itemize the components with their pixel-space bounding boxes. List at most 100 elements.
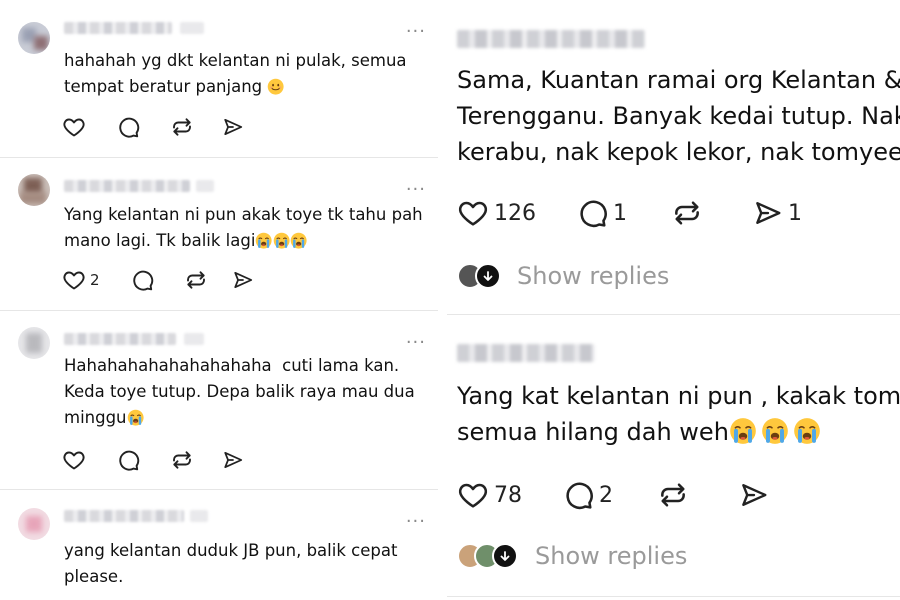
share-button[interactable]: [222, 449, 244, 471]
comment-text-line: semua hilang dah weh: [457, 414, 900, 450]
comment-item: ··· hahahah yg dkt kelantan ni pulak, se…: [0, 0, 438, 156]
loudly-crying-face-emoji: [729, 417, 757, 445]
comment-item: ··· Yang kelantan ni pun akak toye tk ta…: [0, 158, 438, 310]
like-count: 2: [90, 271, 100, 289]
share-icon: [232, 269, 254, 291]
reply-button[interactable]: [116, 115, 140, 139]
comment-actions: 2: [62, 268, 254, 292]
comment-text-line: Terengganu. Banyak kedai tutup. Nak: [457, 102, 900, 130]
like-button[interactable]: 2: [62, 268, 100, 292]
like-button[interactable]: 126: [457, 197, 536, 229]
more-options-icon[interactable]: ···: [406, 334, 426, 352]
more-options-icon[interactable]: ···: [406, 513, 426, 531]
repost-button[interactable]: [170, 115, 194, 139]
comment-icon: [116, 448, 140, 472]
comment-text: Hahahahahahahahahaha cuti lama kan. Keda…: [64, 356, 420, 427]
username-blurred[interactable]: [64, 510, 184, 522]
comment-text: hahahah yg dkt kelantan ni pulak, semua …: [64, 51, 407, 96]
comment-item: Yang kat kelantan ni pun , kakak tomyam …: [447, 316, 900, 600]
comment-text: Yang kat kelantan ni pun , kakak tomyam …: [457, 378, 900, 450]
comment-actions: [62, 448, 244, 472]
loudly-crying-face-emoji: [255, 232, 272, 249]
share-count: 1: [788, 200, 802, 226]
share-button[interactable]: [222, 116, 244, 138]
comment-item: ··· Hahahahahahahahahaha cuti lama kan. …: [0, 311, 438, 489]
repost-button[interactable]: [170, 448, 194, 472]
reply-avatars: [457, 542, 521, 570]
repost-button[interactable]: [657, 479, 689, 511]
avatar[interactable]: [18, 22, 50, 54]
heart-icon: [62, 115, 86, 139]
like-button[interactable]: [62, 115, 86, 139]
loudly-crying-face-emoji: [127, 409, 144, 426]
share-icon: [739, 480, 769, 510]
timestamp-blurred: [180, 22, 204, 34]
share-button[interactable]: 1: [753, 198, 802, 228]
more-options-icon[interactable]: ···: [406, 181, 426, 199]
comment-icon: [576, 197, 608, 229]
timestamp-blurred: [190, 510, 208, 522]
comment-icon: [116, 115, 140, 139]
like-count: 126: [494, 200, 536, 226]
username-blurred[interactable]: [64, 22, 172, 34]
username-blurred[interactable]: [64, 180, 190, 192]
avatar[interactable]: [18, 174, 50, 206]
comment-item: Sama, Kuantan ramai org Kelantan & Teren…: [447, 0, 900, 312]
comment-icon: [130, 268, 154, 292]
show-replies-link[interactable]: Show replies: [517, 262, 669, 290]
comment-icon: [562, 479, 594, 511]
comment-text-line: kerabu, nak kepok lekor, nak tomyeeeem: [457, 138, 900, 166]
comment-actions: [62, 115, 244, 139]
like-count: 78: [494, 482, 522, 508]
share-button[interactable]: [739, 480, 769, 510]
comment-item: ··· yang kelantan duduk JB pun, balik ce…: [0, 490, 438, 600]
right-comments-panel: Sama, Kuantan ramai org Kelantan & Teren…: [447, 0, 900, 600]
avatar[interactable]: [18, 508, 50, 540]
loudly-crying-face-emoji: [273, 232, 290, 249]
reply-avatars: [457, 262, 503, 290]
left-comments-panel: ··· hahahah yg dkt kelantan ni pulak, se…: [0, 0, 438, 600]
repost-icon: [170, 448, 194, 472]
comment-text: Yang kelantan ni pun akak toye tk tahu p…: [64, 205, 423, 250]
heart-icon: [457, 197, 489, 229]
show-replies-link[interactable]: Show replies: [535, 542, 687, 570]
divider: [447, 596, 900, 597]
repost-icon: [184, 268, 208, 292]
comment-text: yang kelantan duduk JB pun, balik cepat …: [64, 541, 398, 586]
divider: [447, 314, 900, 315]
heart-icon: [62, 268, 86, 292]
share-button[interactable]: [232, 269, 254, 291]
comment-text-line: Sama, Kuantan ramai org Kelantan &: [457, 66, 900, 94]
comment-text: Sama, Kuantan ramai org Kelantan & Teren…: [457, 62, 900, 170]
share-icon: [753, 198, 783, 228]
comment-actions: 78 2: [457, 478, 769, 512]
timestamp-blurred: [196, 180, 214, 192]
username-blurred[interactable]: [457, 30, 645, 48]
share-icon: [222, 116, 244, 138]
repost-button[interactable]: [184, 268, 208, 292]
reply-button[interactable]: [130, 268, 154, 292]
reply-button[interactable]: 2: [562, 479, 613, 511]
avatar[interactable]: [18, 327, 50, 359]
show-replies-row[interactable]: Show replies: [457, 260, 669, 292]
heart-icon: [457, 479, 489, 511]
username-blurred[interactable]: [457, 344, 595, 362]
loudly-crying-face-emoji: [290, 232, 307, 249]
reply-count: 2: [599, 482, 613, 508]
timestamp-blurred: [184, 333, 204, 345]
show-replies-row[interactable]: Show replies: [457, 540, 687, 572]
share-icon: [222, 449, 244, 471]
comment-actions: 126 1 1: [457, 196, 802, 230]
repost-icon: [671, 197, 703, 229]
reply-button[interactable]: [116, 448, 140, 472]
like-button[interactable]: 78: [457, 479, 522, 511]
like-button[interactable]: [62, 448, 86, 472]
panel-separator: [438, 0, 447, 600]
more-options-icon[interactable]: ···: [406, 23, 426, 41]
reply-button[interactable]: 1: [576, 197, 627, 229]
reply-count: 1: [613, 200, 627, 226]
comment-text-line: Yang kat kelantan ni pun , kakak tomyam: [457, 382, 900, 410]
username-blurred[interactable]: [64, 333, 176, 345]
loudly-crying-face-emoji: [761, 417, 789, 445]
repost-button[interactable]: [671, 197, 703, 229]
